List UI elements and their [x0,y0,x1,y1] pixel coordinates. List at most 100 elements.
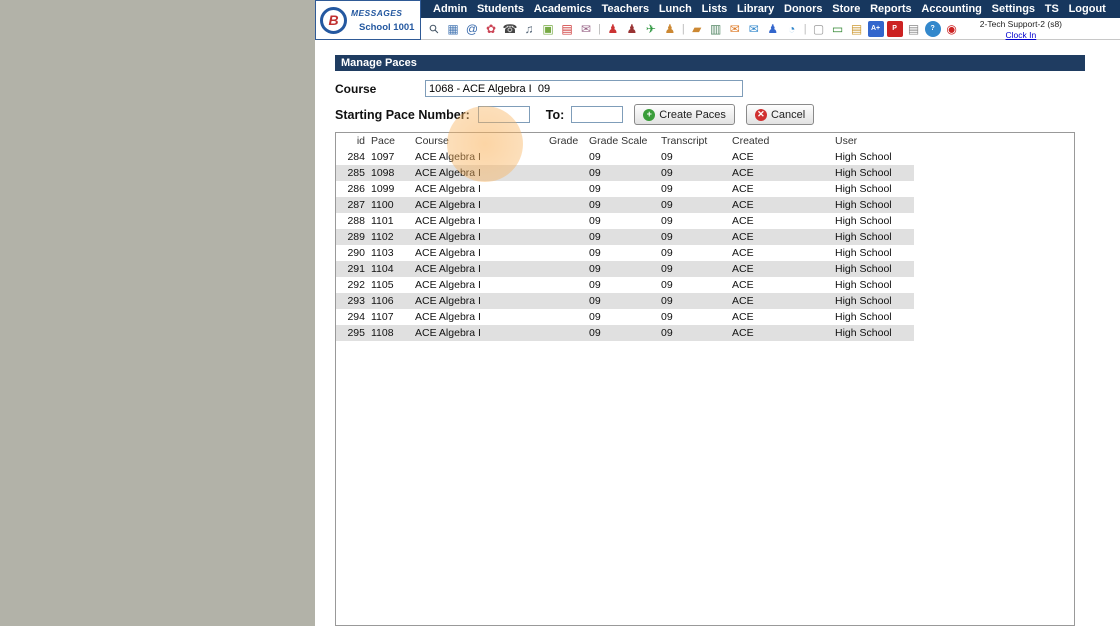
pdf-icon[interactable]: P [886,20,903,37]
nav-item-settings[interactable]: Settings [992,3,1035,15]
table-row[interactable]: 285 1098 ACE Algebra I 09 09 ACE High School [336,165,914,181]
table-row[interactable]: 291 1104 ACE Algebra I 09 09 ACE High School [336,261,914,277]
cell-id: 294 [347,311,365,323]
cell-created: ACE [732,199,754,211]
table-row[interactable]: 290 1103 ACE Algebra I 09 09 ACE High School [336,245,914,261]
cell-course: ACE Algebra I [415,215,481,227]
cell-user: High School [835,327,892,339]
cell-grade [546,229,586,245]
cell-id: 288 [347,215,365,227]
cell-grade-scale: 09 [589,167,601,179]
person-darkred-icon[interactable]: ♟ [624,21,640,37]
paces-table: id Pace Course Grade Grade Scale Transcript Cr… [336,133,914,341]
table-row[interactable]: 293 1106 ACE Algebra I 09 09 ACE High School [336,293,914,309]
paces-table-container: id Pace Course Grade Grade Scale Transcript Cr… [335,132,1075,626]
desktop-background: { "branding": { "logo_text": "MESSAGES",… [0,0,1120,626]
nav-item-ts[interactable]: TS [1045,3,1059,15]
column-header-grade-scale: Grade Scale [589,135,648,147]
table-row[interactable]: 286 1099 ACE Algebra I 09 09 ACE High School [336,181,914,197]
cancel-button[interactable]: ✕ Cancel [745,104,815,125]
nav-item-academics[interactable]: Academics [534,3,592,15]
nav-item-students[interactable]: Students [477,3,524,15]
power-icon[interactable]: ◉ [944,21,960,37]
cell-id: 292 [347,279,365,291]
cell-pace: 1105 [371,279,394,291]
table-row[interactable]: 287 1100 ACE Algebra I 09 09 ACE High School [336,197,914,213]
cell-course: ACE Algebra I [415,311,481,323]
cell-user: High School [835,295,892,307]
envelope-orange-icon[interactable]: ✉ [727,21,743,37]
nav-item-lunch[interactable]: Lunch [659,3,692,15]
table-row[interactable]: 295 1108 ACE Algebra I 09 09 ACE High School [336,325,914,341]
course-row: Course [335,80,1100,97]
nav-item-admin[interactable]: Admin [433,3,467,15]
pace-row: Starting Pace Number: To: + Create Paces… [335,104,1100,125]
notebook-icon[interactable]: ▥ [708,21,724,37]
mail-send-blue-icon[interactable]: ✉ [746,21,762,37]
grid-icon[interactable]: ▦ [445,21,461,37]
cell-pace: 1106 [371,295,394,307]
help-icon[interactable]: ? [924,20,941,37]
printer-icon[interactable]: ▤ [906,21,922,37]
cell-created: ACE [732,327,754,339]
column-header-created: Created [732,135,770,147]
person-blue-icon[interactable]: ♟ [765,21,781,37]
to-pace-input[interactable] [571,106,624,123]
nav-item-store[interactable]: Store [832,3,860,15]
window-gray-icon[interactable]: ▢ [811,21,827,37]
folder-icon[interactable]: ▤ [849,21,865,37]
page-title: Manage Paces [335,55,1085,71]
nav-menu: Admin Students Academics Teachers Lunch Lists… [421,0,1120,18]
alarm-person-red-icon[interactable]: ♟ [605,21,621,37]
table-row[interactable]: 292 1105 ACE Algebra I 09 09 ACE High School [336,277,914,293]
cell-course: ACE Algebra I [415,247,481,259]
flower-icon[interactable]: ✿ [483,21,499,37]
column-header-id: id [356,135,365,147]
clock-in-link[interactable]: Clock In [980,30,1062,41]
cell-id: 287 [347,199,365,211]
email-at-icon[interactable]: @ [464,21,480,37]
create-paces-button[interactable]: + Create Paces [634,104,735,125]
grade-aplus-icon[interactable]: A+ [867,20,884,37]
school-name: School 1001 [359,21,415,33]
course-input[interactable] [425,80,743,97]
clock-blue-icon[interactable]: ◔ [784,21,800,37]
cell-grade-scale: 09 [589,151,601,163]
mail-reply-icon[interactable]: ✉ [578,21,594,37]
table-row[interactable]: 288 1101 ACE Algebra I 09 09 ACE High School [336,213,914,229]
search-icon[interactable]: ⚲ [423,17,446,40]
cell-id: 284 [347,151,365,163]
cell-created: ACE [732,215,754,227]
cell-grade [546,277,586,293]
calendar-red-icon[interactable]: ▤ [559,21,575,37]
photo-icon[interactable]: ▣ [540,21,556,37]
table-row[interactable]: 284 1097 ACE Algebra I 09 09 ACE High School [336,149,914,165]
card-green-icon[interactable]: ▭ [830,21,846,37]
phone-icon[interactable]: ☎ [502,21,518,37]
app-header: B MESSAGES School 1001 Admin Students Acad… [315,0,1120,40]
speaker-icon[interactable]: ♫ [521,21,537,37]
starting-pace-label: Starting Pace Number: [335,107,470,122]
table-row[interactable]: 289 1102 ACE Algebra I 09 09 ACE High School [336,229,914,245]
briefcase-orange-icon[interactable]: ▰ [689,21,705,37]
plane-green-icon[interactable]: ✈ [643,21,659,37]
cell-pace: 1102 [371,231,394,243]
cell-grade [546,197,586,213]
table-row[interactable]: 294 1107 ACE Algebra I 09 09 ACE High School [336,309,914,325]
table-header-row: id Pace Course Grade Grade Scale Transcript Cr… [336,133,914,149]
nav-item-teachers[interactable]: Teachers [602,3,650,15]
starting-pace-input[interactable] [477,106,530,123]
nav-item-logout[interactable]: Logout [1069,3,1106,15]
cell-grade-scale: 09 [589,295,601,307]
person-gold-icon[interactable]: ♟ [662,21,678,37]
toolbar: ⚲ ▦ @ ✿ ☎ ♫ ▣ ▤ ✉ | ♟ ♟ ✈ ♟ | ▰ ▥ ✉ ✉ ♟ ◔ | ▢ ▭ ▤ A+ P ▤? ◉ 2-Tech S… [421,18,1120,40]
cell-grade-scale: 09 [589,279,601,291]
nav-item-reports[interactable]: Reports [870,3,912,15]
nav-item-lists[interactable]: Lists [702,3,728,15]
column-header-grade: Grade [549,135,579,147]
nav-item-accounting[interactable]: Accounting [921,3,982,15]
nav-item-library[interactable]: Library [737,3,774,15]
cell-transcript: 09 [661,215,673,227]
cell-grade-scale: 09 [589,311,601,323]
nav-item-donors[interactable]: Donors [784,3,823,15]
